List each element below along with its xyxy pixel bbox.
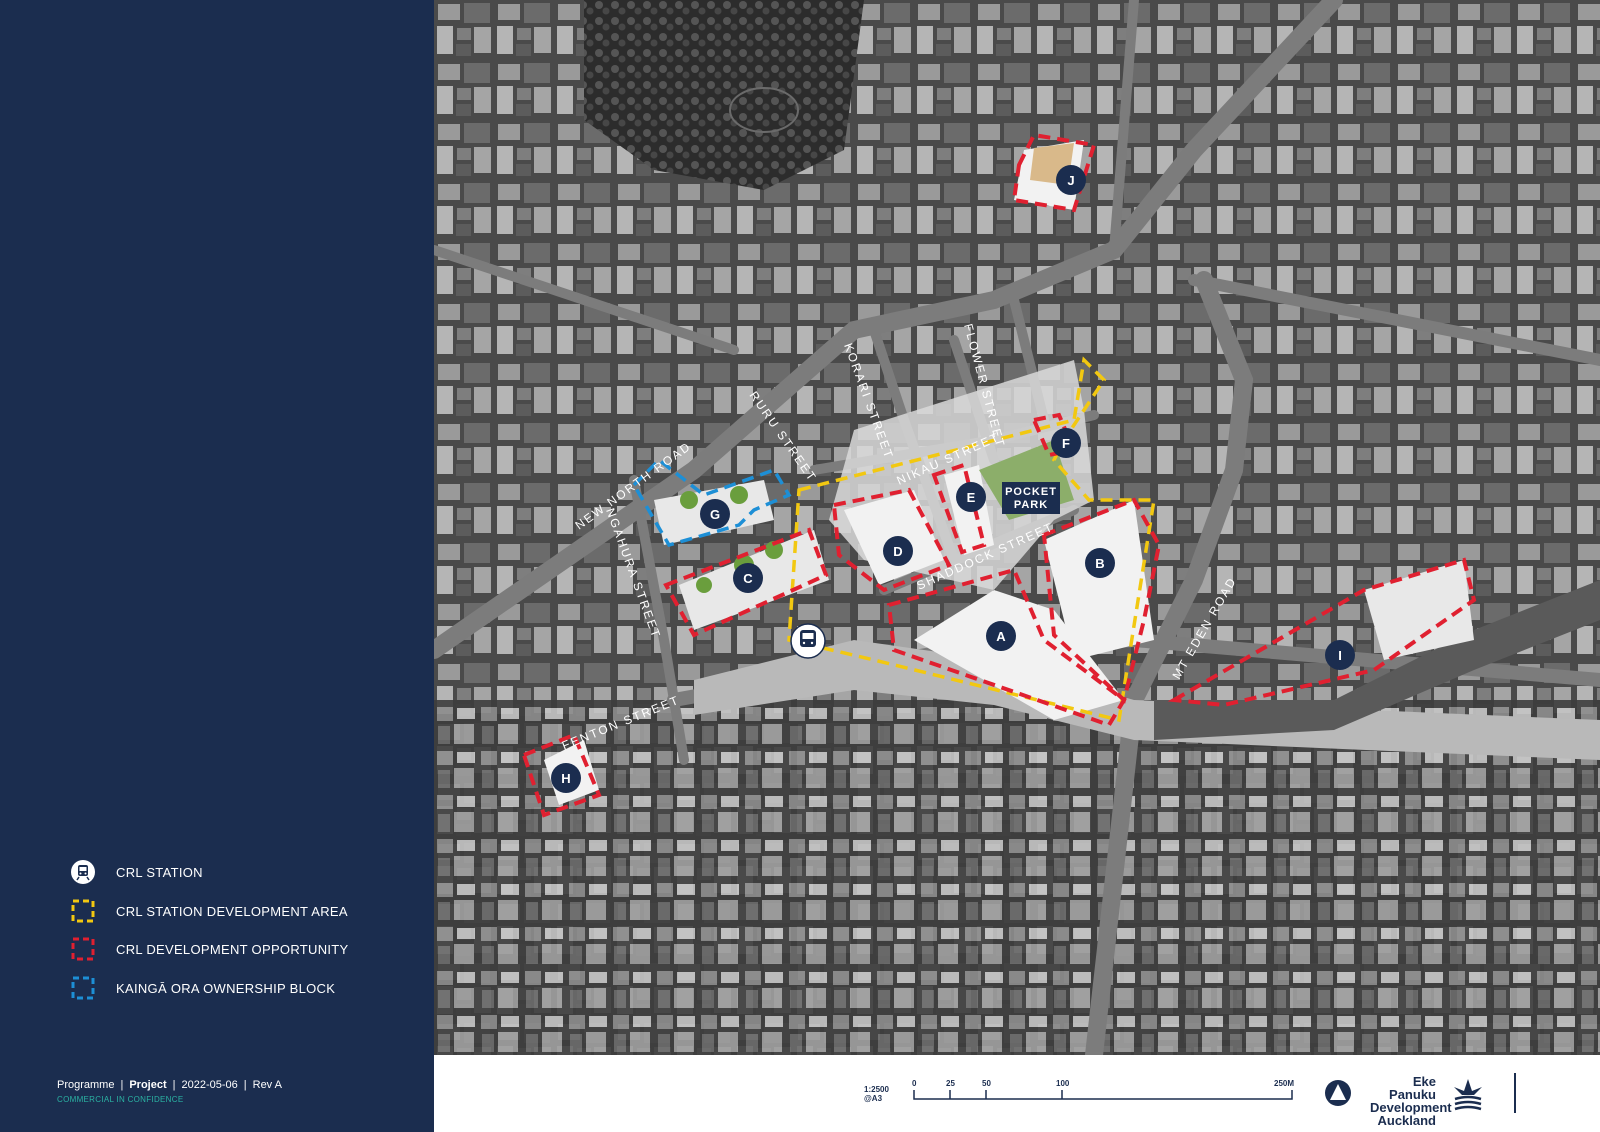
footer-revision: Rev A	[252, 1079, 282, 1091]
svg-text:H: H	[561, 771, 570, 786]
eke-panuku-logo-icon	[1452, 1077, 1484, 1116]
brand-line-3: Auckland	[1377, 1113, 1436, 1128]
svg-text:J: J	[1067, 173, 1074, 188]
scale-bar: 0 25 50 100 250M	[912, 1077, 1312, 1107]
legend-label-station-development-area: CRL STATION DEVELOPMENT AREA	[116, 903, 348, 919]
site-marker-e[interactable]: E	[956, 482, 986, 512]
legend-label-kainga-ora-block: KAINGĀ ORA OWNERSHIP BLOCK	[116, 980, 336, 996]
blue-dashed-frame-icon	[70, 975, 96, 1001]
footer-programme: Programme	[57, 1079, 115, 1091]
svg-text:B: B	[1095, 556, 1104, 571]
svg-text:E: E	[967, 490, 976, 505]
train-station-icon	[70, 859, 96, 885]
svg-text:F: F	[1062, 436, 1070, 451]
legend-item-station-development-area: CRL STATION DEVELOPMENT AREA	[70, 896, 348, 926]
site-marker-i[interactable]: I	[1325, 640, 1355, 670]
eke-panuku-brand: Eke Panuku Development Auckland	[1370, 1074, 1452, 1128]
scale-tick-0: 0	[912, 1079, 917, 1088]
scale-tick-25: 25	[946, 1079, 955, 1088]
scale-tick-250m: 250M	[1274, 1079, 1294, 1088]
north-arrow-icon	[1324, 1079, 1352, 1112]
crl-station-map-marker[interactable]	[790, 623, 826, 659]
brand-line-1: Eke Panuku	[1389, 1074, 1436, 1102]
svg-text:I: I	[1338, 648, 1342, 663]
legend-item-development-opportunity: CRL DEVELOPMENT OPPORTUNITY	[70, 934, 349, 964]
pocket-park-label: POCKET PARK	[1002, 482, 1060, 514]
footer-confidential: COMMERCIAL IN CONFIDENCE	[57, 1095, 184, 1104]
site-marker-a[interactable]: A	[986, 621, 1016, 651]
site-marker-f[interactable]: F	[1051, 428, 1081, 458]
scale-tick-100: 100	[1056, 1079, 1070, 1088]
site-marker-c[interactable]: C	[733, 563, 763, 593]
svg-text:D: D	[893, 544, 902, 559]
footer-divider	[1514, 1073, 1516, 1113]
footer-project: Project	[129, 1079, 167, 1091]
site-marker-b[interactable]: B	[1085, 548, 1115, 578]
scale-tick-50: 50	[982, 1079, 991, 1088]
footer-date: 2022-05-06	[181, 1079, 238, 1091]
legend-item-kainga-ora-block: KAINGĀ ORA OWNERSHIP BLOCK	[70, 973, 335, 1003]
svg-text:G: G	[710, 507, 720, 522]
svg-text:C: C	[743, 571, 753, 586]
svg-text:POCKET: POCKET	[1005, 486, 1057, 498]
map-footer-bar: 1:2500 @A3 0 25 50 100 250M Eke Panuku D…	[434, 1055, 1600, 1132]
site-marker-j[interactable]: J	[1056, 165, 1086, 195]
red-dashed-frame-icon	[70, 936, 96, 962]
document-footer: Programme | Project | 2022-05-06 | Rev A	[57, 1079, 282, 1091]
aerial-site-map[interactable]: NEW NORTH ROAD NGAHURA STREET RURU STREE…	[434, 0, 1600, 1055]
legend-label-development-opportunity: CRL DEVELOPMENT OPPORTUNITY	[116, 941, 349, 957]
site-marker-d[interactable]: D	[883, 536, 913, 566]
legend-item-crl-station: CRL STATION	[70, 857, 203, 887]
legend-label-crl-station: CRL STATION	[116, 864, 203, 880]
legend-sidebar: CRL STATION CRL STATION DEVELOPMENT AREA…	[0, 0, 434, 1132]
scale-ratio: 1:2500 @A3	[864, 1085, 889, 1103]
svg-text:A: A	[996, 629, 1006, 644]
yellow-dashed-frame-icon	[70, 898, 96, 924]
site-marker-g[interactable]: G	[700, 499, 730, 529]
svg-text:PARK: PARK	[1014, 499, 1048, 511]
site-marker-h[interactable]: H	[551, 763, 581, 793]
